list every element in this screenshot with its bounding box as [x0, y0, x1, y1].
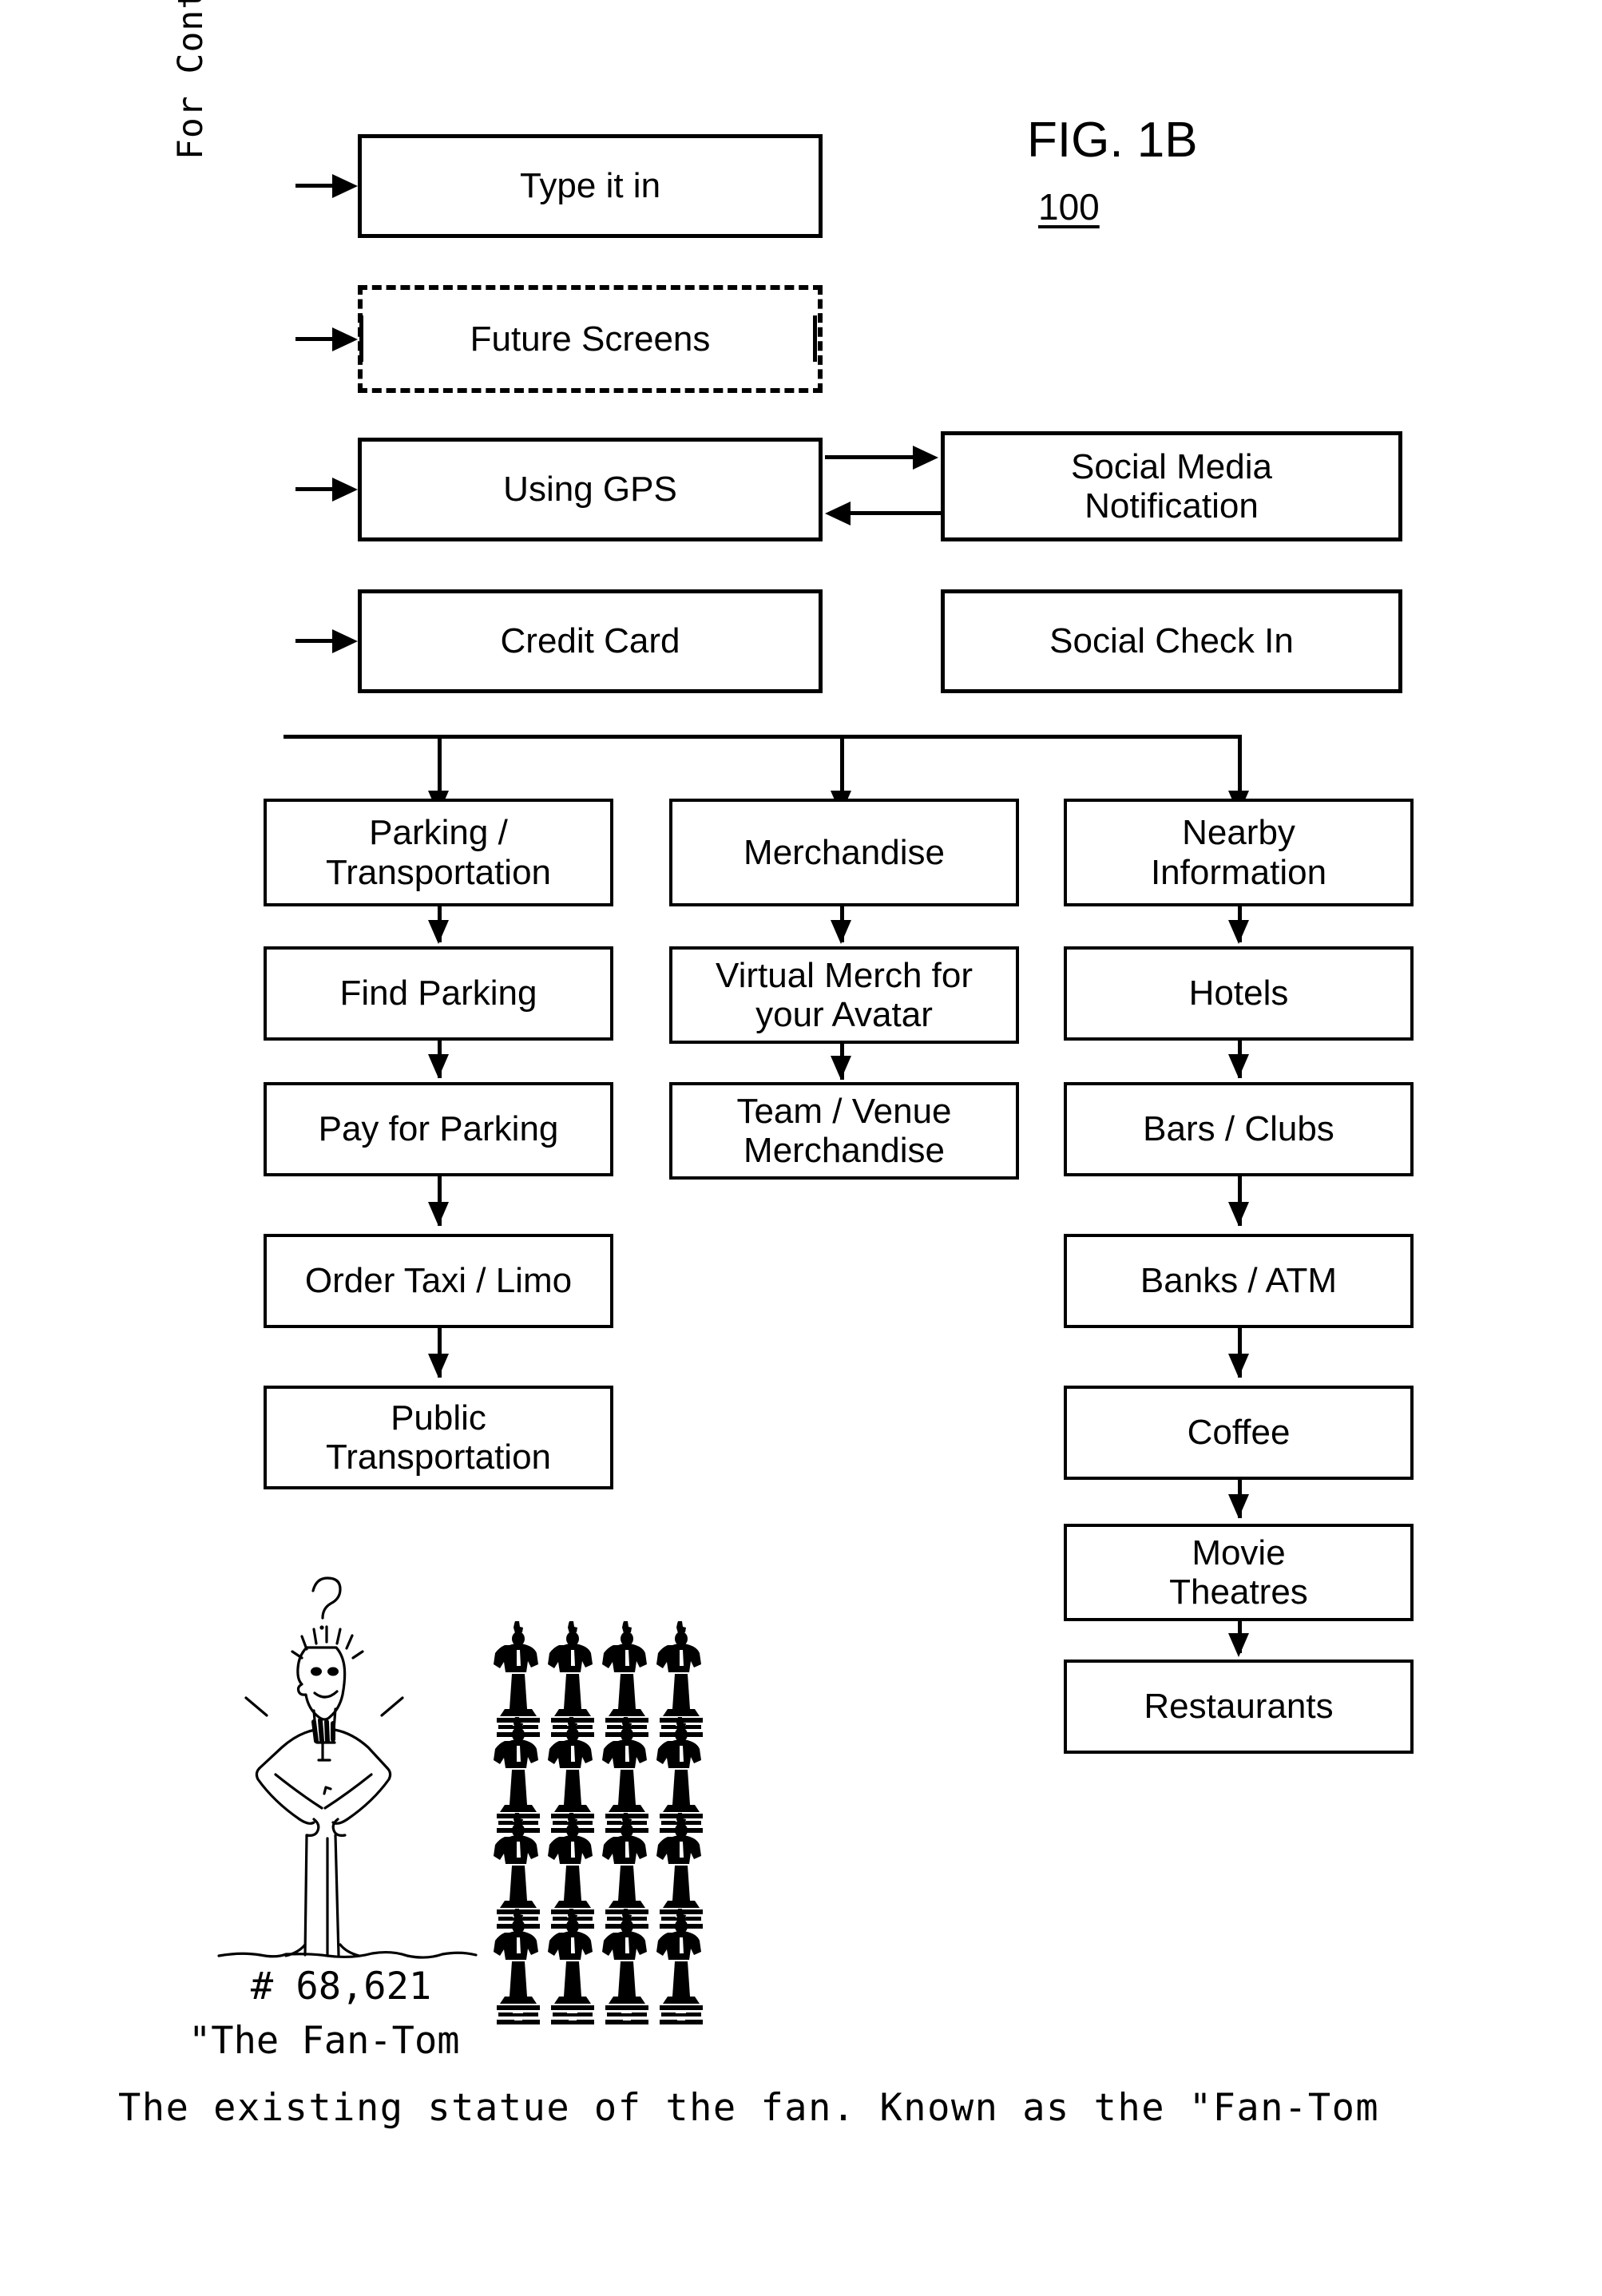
box-label: Banks / ATM	[1140, 1261, 1338, 1301]
box-parking-transportation[interactable]: Parking / Transportation	[264, 799, 613, 906]
box-label: Merchandise	[744, 832, 945, 872]
connector-arrow-c1-1	[428, 920, 449, 944]
box-label: Future Screens	[470, 319, 711, 359]
connector-arrow-c3-5	[1228, 1494, 1249, 1518]
box-label: Pay for Parking	[318, 1109, 559, 1149]
box-pay-for-parking[interactable]: Pay for Parking	[264, 1082, 613, 1176]
box-type-it-in[interactable]: Type it in	[358, 134, 823, 238]
box-label-line1: Nearby	[1182, 813, 1295, 853]
box-social-check-in[interactable]: Social Check In	[941, 589, 1402, 693]
box-nearby-information[interactable]: Nearby Information	[1064, 799, 1414, 906]
branch-bus-line	[284, 735, 1242, 739]
box-label-line1: Team / Venue	[736, 1091, 952, 1131]
box-hotels[interactable]: Hotels	[1064, 946, 1414, 1041]
box-label-line2: your Avatar	[755, 995, 933, 1034]
box-merchandise[interactable]: Merchandise	[669, 799, 1019, 906]
crowd-row	[494, 1621, 703, 1737]
box-restaurants[interactable]: Restaurants	[1064, 1660, 1414, 1754]
arrow-line-social-to-gps	[851, 511, 941, 515]
box-label-line2: Transportation	[325, 852, 552, 892]
box-label-line1: Parking /	[369, 813, 508, 853]
box-label: Credit Card	[500, 621, 680, 661]
connector-arrow-c1-4	[428, 1354, 449, 1378]
box-label-line2: Theatres	[1169, 1572, 1308, 1612]
box-order-taxi-limo[interactable]: Order Taxi / Limo	[264, 1234, 613, 1328]
arrow-line-gps-to-social	[825, 455, 914, 459]
box-future-screens[interactable]: Future Screens	[358, 285, 823, 393]
figure-title: FIG. 1B	[1027, 113, 1198, 168]
connector-arrow-c3-3	[1228, 1202, 1249, 1226]
box-label-line1: Social Media	[1071, 446, 1272, 486]
figure-caption: The existing statue of the fan. Known as…	[118, 2086, 1380, 2130]
miniature-statue-grid	[494, 1621, 733, 2040]
dash-gap-tick-right	[813, 315, 817, 362]
box-coffee[interactable]: Coffee	[1064, 1386, 1414, 1480]
box-find-parking[interactable]: Find Parking	[264, 946, 613, 1041]
statue-name-label: "The Fan-Tom	[188, 2019, 460, 2063]
box-label: Using GPS	[503, 470, 677, 510]
box-social-media-notification[interactable]: Social Media Notification	[941, 431, 1402, 541]
box-label-line1: Public	[391, 1398, 486, 1437]
connector-arrow-c3-2	[1228, 1054, 1249, 1078]
box-label: Restaurants	[1144, 1687, 1334, 1727]
continuation-label: For Continuation See Fig. 1A	[171, 0, 211, 160]
box-public-transportation[interactable]: Public Transportation	[264, 1386, 613, 1489]
box-label: Find Parking	[339, 974, 537, 1013]
connector-arrow-c3-6	[1228, 1633, 1249, 1657]
connector-arrow-c1-3	[428, 1202, 449, 1226]
box-team-venue-merchandise[interactable]: Team / Venue Merchandise	[669, 1082, 1019, 1180]
connector-arrow-c3-4	[1228, 1354, 1249, 1378]
box-label: Coffee	[1187, 1413, 1291, 1453]
arrow-head-type-it-in	[332, 174, 358, 198]
connector-arrow-c2-1	[831, 920, 851, 944]
arrow-head-social-to-gps	[825, 502, 851, 525]
arrow-head-credit-card	[332, 629, 358, 653]
box-label-line2: Information	[1150, 852, 1327, 892]
box-label-line2: Notification	[1085, 486, 1259, 525]
box-label: Order Taxi / Limo	[304, 1261, 573, 1301]
statue-number-label: # 68,621	[250, 1965, 432, 2009]
patent-figure-page: FIG. 1B 100 For Continuation See Fig. 1A…	[0, 0, 1602, 2296]
box-credit-card[interactable]: Credit Card	[358, 589, 823, 693]
fan-tom-statue-drawing	[214, 1541, 486, 1969]
connector-arrow-c3-1	[1228, 920, 1249, 944]
box-label: Social Check In	[1049, 621, 1294, 661]
box-label-line1: Virtual Merch for	[716, 955, 973, 995]
box-bars-clubs[interactable]: Bars / Clubs	[1064, 1082, 1414, 1176]
figure-reference-numeral: 100	[1038, 186, 1100, 228]
box-label-line1: Movie	[1192, 1533, 1286, 1572]
connector-arrow-c1-2	[428, 1054, 449, 1078]
box-using-gps[interactable]: Using GPS	[358, 438, 823, 541]
arrow-head-gps-to-social	[913, 446, 938, 470]
arrow-head-using-gps	[332, 478, 358, 502]
box-movie-theatres[interactable]: Movie Theatres	[1064, 1524, 1414, 1621]
box-label: Type it in	[519, 166, 661, 206]
box-label-line2: Merchandise	[744, 1131, 945, 1170]
box-banks-atm[interactable]: Banks / ATM	[1064, 1234, 1414, 1328]
arrow-head-future-screens	[332, 327, 358, 351]
box-label: Bars / Clubs	[1143, 1109, 1334, 1149]
box-label: Hotels	[1188, 974, 1289, 1013]
box-virtual-merch-avatar[interactable]: Virtual Merch for your Avatar	[669, 946, 1019, 1044]
box-label-line2: Transportation	[325, 1437, 552, 1477]
dash-gap-tick-left	[359, 315, 363, 362]
connector-arrow-c2-2	[831, 1056, 851, 1080]
